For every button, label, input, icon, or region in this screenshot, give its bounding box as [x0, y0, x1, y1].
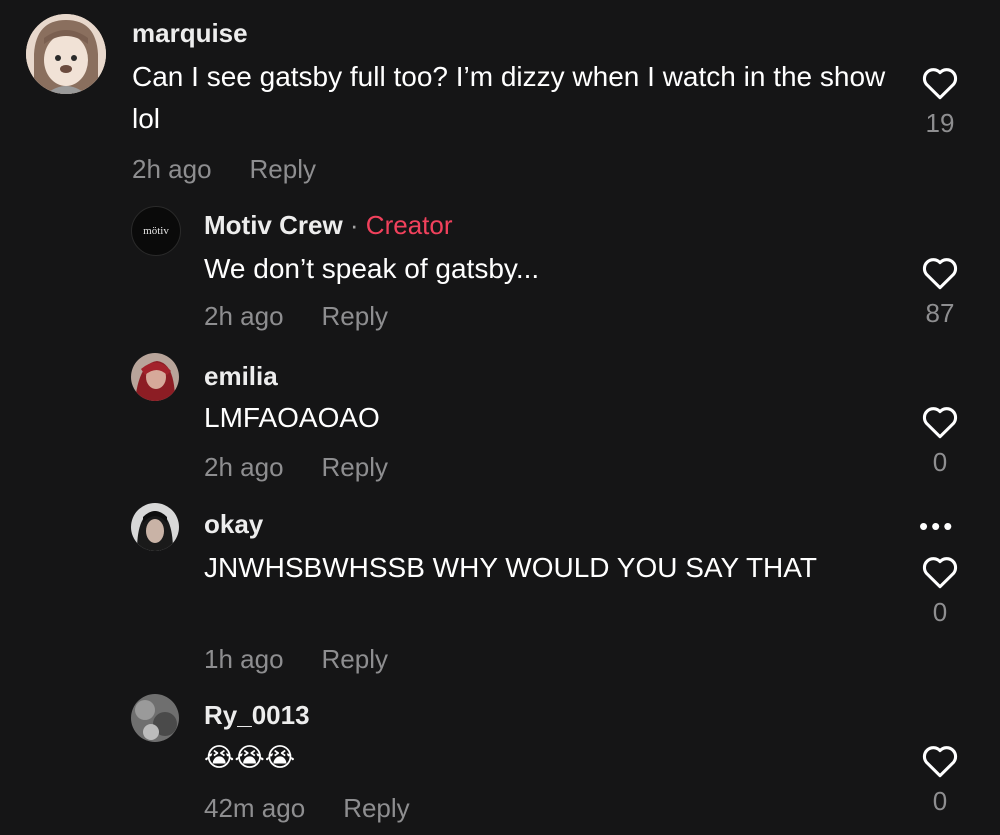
- reply-button[interactable]: Reply: [343, 793, 409, 823]
- comment-meta: 2h ago Reply: [204, 452, 388, 483]
- timestamp: 2h ago: [204, 452, 284, 482]
- comment-motiv-crew: mötiv Motiv Crew · Creator We don’t spea…: [0, 200, 1000, 345]
- comment-meta: 2h ago Reply: [132, 154, 316, 185]
- comment-ry-0013: Ry_0013 😭😭😭 42m ago Reply 0: [0, 690, 1000, 835]
- comment-text: LMFAOAOAO: [204, 402, 380, 433]
- heart-outline-icon: [922, 407, 958, 439]
- more-options-icon[interactable]: •••: [919, 511, 955, 542]
- avatar[interactable]: [26, 14, 106, 94]
- like-count: 19: [925, 108, 955, 138]
- avatar[interactable]: [131, 503, 179, 551]
- like-button[interactable]: 0: [910, 555, 970, 628]
- reply-button[interactable]: Reply: [322, 301, 388, 331]
- comment-text: JNWHSBWHSSB WHY WOULD YOU SAY THAT: [204, 552, 817, 583]
- avatar[interactable]: [131, 694, 179, 742]
- comment-text: We don’t speak of gatsby...: [204, 253, 540, 284]
- timestamp: 2h ago: [204, 301, 284, 331]
- separator: ·: [342, 210, 366, 240]
- avatar-logo-text: mötiv: [143, 225, 169, 237]
- reply-button[interactable]: Reply: [322, 644, 388, 674]
- username-text: Motiv Crew: [204, 210, 343, 240]
- like-button[interactable]: 0: [910, 744, 970, 817]
- username[interactable]: okay: [204, 509, 263, 540]
- username[interactable]: marquise: [132, 18, 248, 49]
- like-count: 0: [932, 597, 948, 627]
- heart-outline-icon: [922, 258, 958, 290]
- like-count: 0: [932, 447, 948, 477]
- like-count: 87: [925, 298, 955, 328]
- like-button[interactable]: 19: [910, 66, 970, 139]
- comment-meta: 2h ago Reply: [204, 301, 388, 332]
- heart-outline-icon: [922, 557, 958, 589]
- timestamp: 2h ago: [132, 154, 212, 184]
- like-count: 0: [932, 786, 948, 816]
- username[interactable]: Ry_0013: [204, 700, 310, 731]
- comment-meta: 1h ago Reply: [204, 644, 388, 675]
- comment-text: Can I see gatsby full too? I’m dizzy whe…: [132, 61, 886, 134]
- timestamp: 1h ago: [204, 644, 284, 674]
- username[interactable]: Motiv Crew · Creator: [204, 210, 453, 241]
- comment-emilia: emilia LMFAOAOAO 2h ago Reply 0: [0, 345, 1000, 495]
- reply-button[interactable]: Reply: [322, 452, 388, 482]
- timestamp: 42m ago: [204, 793, 306, 823]
- creator-badge: Creator: [365, 210, 453, 240]
- like-button[interactable]: 0: [910, 405, 970, 478]
- avatar[interactable]: mötiv: [131, 206, 181, 256]
- like-button[interactable]: 87: [910, 256, 970, 329]
- heart-outline-icon: [922, 746, 958, 778]
- comment-marquise: marquise Can I see gatsby full too? I’m …: [0, 0, 1000, 200]
- comment-text: 😭😭😭: [204, 742, 296, 772]
- avatar[interactable]: [131, 353, 179, 401]
- username[interactable]: emilia: [204, 361, 278, 392]
- comment-okay: okay JNWHSBWHSSB WHY WOULD YOU SAY THAT …: [0, 495, 1000, 690]
- comment-meta: 42m ago Reply: [204, 793, 410, 824]
- reply-button[interactable]: Reply: [250, 154, 316, 184]
- heart-outline-icon: [922, 68, 958, 100]
